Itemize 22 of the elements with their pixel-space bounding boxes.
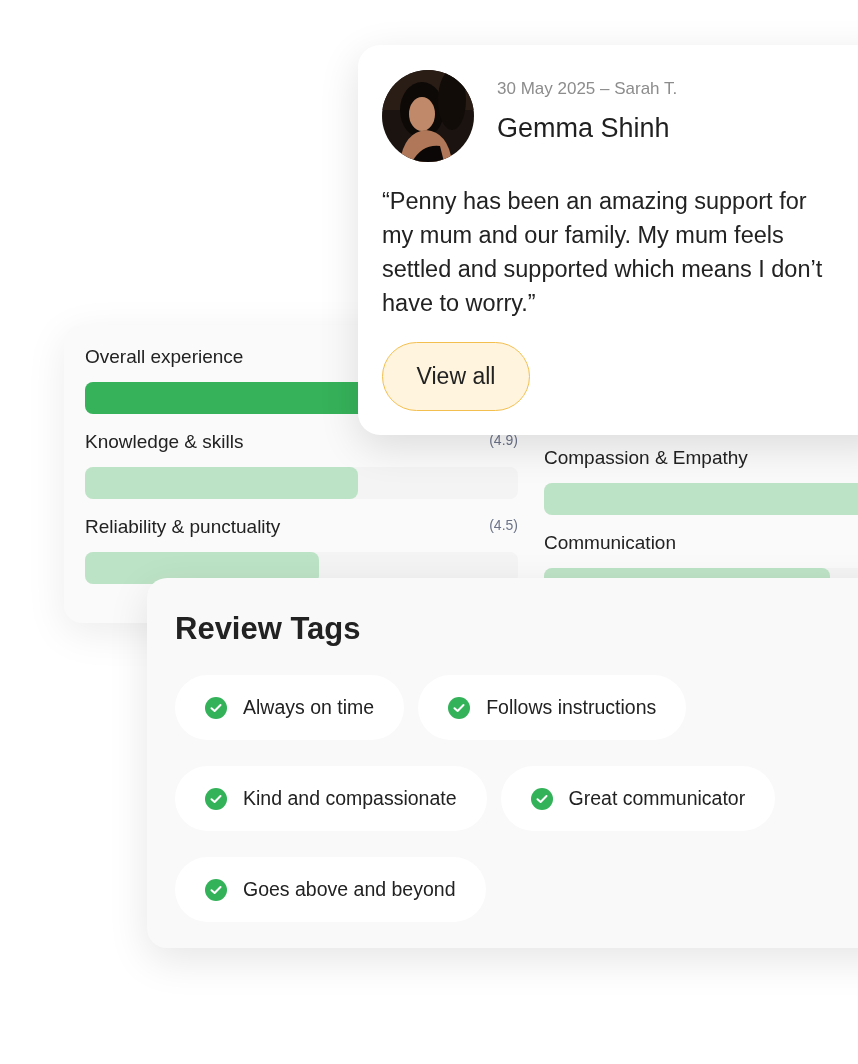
review-quote: “Penny has been an amazing support for my mum and our family. My mum feels settled and supported which means I don’t have to worry.” (382, 187, 824, 318)
rating-label: Reliability & punctuality (85, 515, 281, 539)
rating-score: (4.9) (489, 431, 518, 450)
check-icon (205, 787, 227, 810)
reviewer-name: Gemma Shinh (497, 112, 671, 144)
check-icon (205, 878, 227, 901)
check-icon (530, 787, 553, 810)
review-tag: Always on time (175, 675, 405, 740)
section-title: Review Tags (175, 610, 362, 648)
review-date-author: 30 May 2025 – Sarah T. (497, 78, 678, 99)
check-icon (205, 696, 227, 719)
rating-label: Knowledge & skills (85, 430, 244, 454)
rating-label: Overall experience (85, 345, 244, 369)
review-tag: Follows instructions (418, 675, 687, 740)
rating-score: (4.5) (489, 516, 518, 535)
review-tag: Great communicator (500, 766, 776, 831)
rating-label: Compassion & Empathy (544, 446, 748, 470)
review-tag: Goes above and beyond (175, 857, 486, 922)
review-tag: Kind and compassionate (175, 766, 487, 831)
rating-label: Communication (544, 531, 676, 555)
view-all-button[interactable]: View all (382, 342, 530, 411)
check-icon (448, 696, 471, 719)
